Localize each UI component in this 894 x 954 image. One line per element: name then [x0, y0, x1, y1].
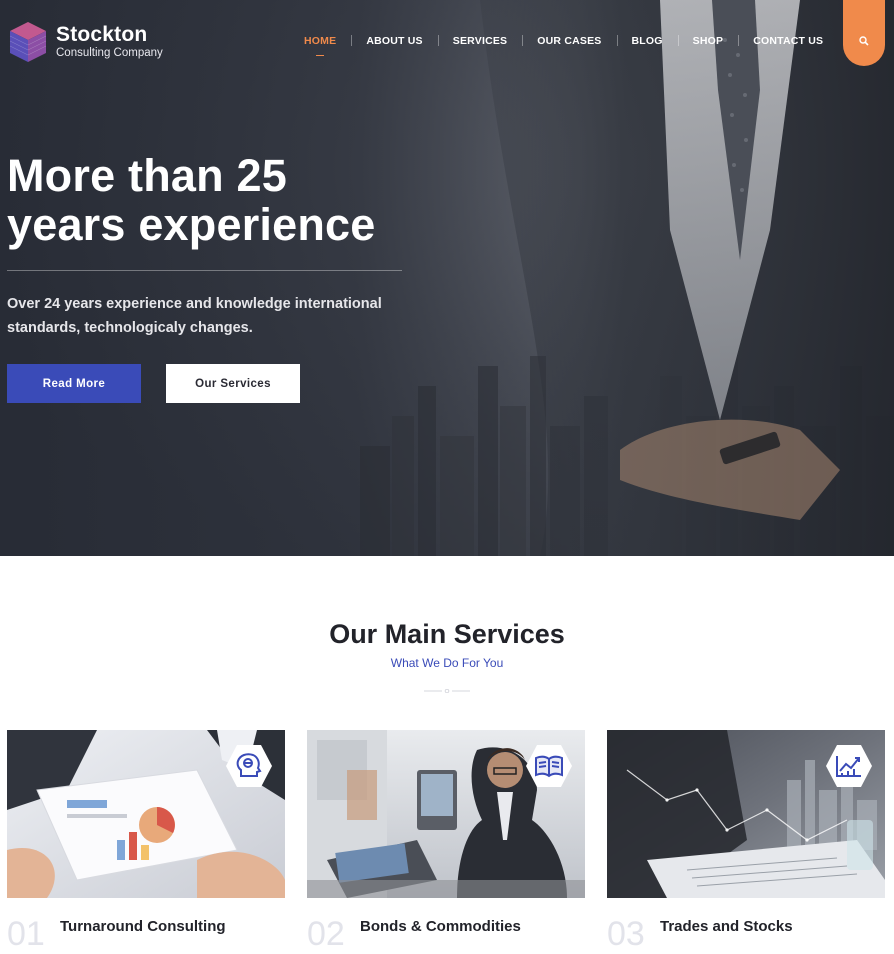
- read-more-button[interactable]: Read More: [7, 364, 141, 403]
- our-services-button[interactable]: Our Services: [166, 364, 300, 403]
- service-number: 02: [307, 915, 345, 953]
- nav-item-blog[interactable]: BLOG: [616, 34, 678, 48]
- service-card-turnaround-consulting[interactable]: 01 Turnaround Consulting: [7, 730, 285, 953]
- nav-item-about-us[interactable]: ABOUT US: [351, 34, 437, 48]
- brand-name: Stockton: [56, 23, 148, 46]
- main-nav: HOME ABOUT US SERVICES OUR CASES BLOG SH…: [304, 34, 838, 48]
- brand-logo[interactable]: Stockton Consulting Company: [8, 20, 163, 64]
- service-title[interactable]: Bonds & Commodities: [360, 918, 521, 936]
- service-title[interactable]: Trades and Stocks: [660, 918, 793, 936]
- services-heading: Our Main Services: [329, 619, 565, 649]
- section-divider: [424, 689, 470, 693]
- service-number: 03: [607, 915, 645, 953]
- service-number: 01: [7, 915, 45, 953]
- service-card-bonds-commodities[interactable]: 02 Bonds & Commodities: [307, 730, 585, 953]
- search-button[interactable]: [843, 0, 885, 66]
- brand-tagline: Consulting Company: [56, 47, 163, 59]
- service-card-trades-stocks[interactable]: 03 Trades and Stocks: [607, 730, 885, 953]
- open-book-icon: [535, 755, 563, 778]
- nav-item-shop[interactable]: SHOP: [677, 34, 739, 48]
- services-subheading: What We Do For You: [390, 656, 504, 670]
- search-icon: [859, 36, 869, 46]
- hero-title-line-1: More than 25: [7, 150, 287, 201]
- active-nav-indicator: [316, 55, 324, 56]
- nav-item-contact-us[interactable]: CONTACT US: [738, 34, 838, 48]
- hero-banner: Stockton Consulting Company HOME ABOUT U…: [0, 0, 894, 556]
- nav-item-home[interactable]: HOME: [304, 34, 351, 48]
- hero-title: More than 25 years experience: [7, 151, 427, 249]
- service-title[interactable]: Turnaround Consulting: [60, 918, 226, 936]
- service-badge[interactable]: [825, 744, 873, 788]
- nav-item-our-cases[interactable]: OUR CASES: [522, 34, 616, 48]
- hero-subtitle: Over 24 years experience and knowledge i…: [7, 296, 382, 336]
- hero-title-line-2: years experience: [7, 199, 376, 250]
- hero-divider: [7, 270, 402, 271]
- cube-logo-icon: [8, 20, 48, 64]
- nav-item-services[interactable]: SERVICES: [437, 34, 523, 48]
- service-badge[interactable]: [225, 744, 273, 788]
- businessman-image: [480, 0, 894, 556]
- service-badge[interactable]: [525, 744, 573, 788]
